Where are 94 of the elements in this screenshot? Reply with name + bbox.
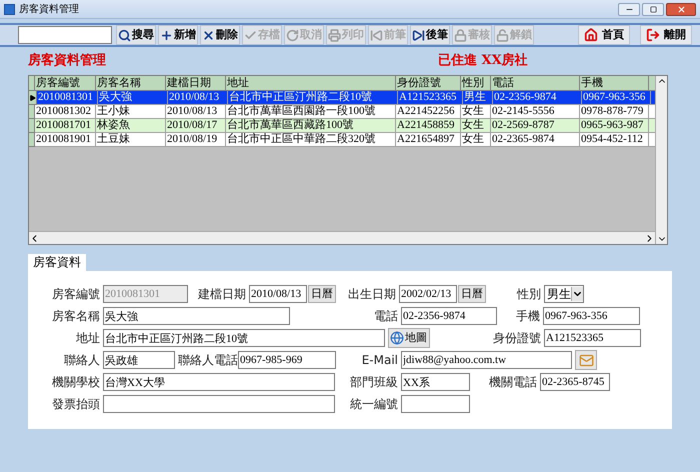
search-icon: [118, 28, 131, 42]
window-title: 房客資料管理: [19, 2, 79, 16]
text-field[interactable]: 0967-963-356: [543, 307, 640, 325]
refresh-icon: [286, 28, 299, 42]
date-field[interactable]: 2002/02/13: [399, 285, 457, 303]
field-label: 統一編號: [349, 396, 398, 413]
field-label: 手機: [515, 308, 540, 325]
toolbar-button[interactable]: 新增: [158, 25, 198, 45]
envelope-icon: [578, 352, 594, 368]
field-label: 出生日期: [347, 286, 396, 303]
home-icon: [584, 28, 598, 42]
field-label: 房客名稱: [51, 308, 100, 325]
table-cell: 02-2365-9874: [491, 133, 580, 147]
dropdown-icon: [571, 287, 583, 301]
page-heading: 房客資料管理: [28, 52, 107, 70]
text-field[interactable]: 02-2356-9874: [401, 307, 497, 325]
field-label: 機關電話: [488, 374, 537, 391]
unlock-icon: [496, 28, 509, 42]
table-row[interactable]: 2010081302 王小妹 2010/08/13 台北市萬華區西園路一段100號 A221452256 女生 02-2145-5556 0978-878-779: [29, 105, 655, 119]
field-label: 聯絡人: [63, 352, 100, 369]
nav-button[interactable]: 首頁: [578, 25, 630, 45]
toolbar-button[interactable]: 後筆: [410, 25, 450, 45]
text-field[interactable]: A121523365: [544, 329, 641, 347]
address-field[interactable]: 台北市中正區汀州路二段10號: [103, 329, 385, 347]
lock-icon: [454, 28, 467, 42]
current-row-icon: [29, 94, 36, 102]
status-text: 已住進 XX房社: [438, 52, 528, 70]
column-header[interactable]: 手機: [580, 76, 649, 91]
column-header[interactable]: 電話: [491, 76, 580, 91]
calendar-button[interactable]: 日曆: [308, 285, 336, 303]
nav-button[interactable]: 離開: [640, 25, 692, 45]
table-cell: 0954-452-112: [580, 133, 649, 147]
table-row[interactable]: 2010081901 土豆妹 2010/08/19 台北市中正區中華路二段320號 A221654897 女生 02-2365-9874 0954-452-112: [29, 133, 655, 147]
column-header[interactable]: [649, 76, 655, 91]
text-field[interactable]: 台灣XX大學: [103, 373, 335, 391]
send-mail-button[interactable]: [575, 350, 597, 370]
row-selector[interactable]: [29, 91, 37, 105]
text-field[interactable]: 02-2365-8745: [540, 373, 610, 391]
map-button[interactable]: 地圖: [388, 328, 430, 348]
horizontal-scrollbar[interactable]: [29, 231, 655, 244]
x-icon: [202, 28, 215, 42]
field-label: 電話: [373, 308, 398, 325]
field-label: E-Mail: [360, 352, 398, 369]
plus-icon: [160, 28, 173, 42]
field-label: 機關學校: [51, 374, 100, 391]
exit-icon: [646, 28, 660, 42]
text-field[interactable]: XX系: [401, 373, 470, 391]
table-cell: 女生: [461, 133, 491, 147]
globe-icon: [390, 331, 404, 345]
table-cell: 2010/08/19: [166, 133, 226, 147]
field-label: 聯絡人電話: [178, 352, 235, 369]
toolbar-button[interactable]: 刪除: [200, 25, 240, 45]
table-cell: 2010081901: [35, 133, 96, 147]
column-header[interactable]: 建檔日期: [166, 76, 226, 91]
calendar-button[interactable]: 日曆: [458, 285, 486, 303]
field-label: 建檔日期: [197, 286, 246, 303]
column-header[interactable]: 身份證號: [396, 76, 461, 91]
field-label: 身份證號: [492, 330, 541, 347]
column-header[interactable]: 房客名稱: [96, 76, 166, 91]
text-field[interactable]: 吳政雄: [103, 351, 175, 369]
table-cell: 台北市中正區中華路二段320號: [226, 133, 396, 147]
search-field[interactable]: [18, 26, 112, 44]
maximize-button[interactable]: [642, 2, 664, 16]
toolbar-button[interactable]: 搜尋: [116, 25, 156, 45]
column-header[interactable]: 性別: [461, 76, 491, 91]
text-field[interactable]: [103, 395, 335, 413]
vertical-scrollbar[interactable]: [655, 76, 667, 244]
maximize-icon: [650, 6, 656, 12]
gender-select[interactable]: 男生: [544, 285, 584, 303]
check-icon: [244, 28, 257, 42]
table-row[interactable]: 2010081701 林姿魚 2010/08/17 台北市萬華區西藏路100號 A221458859 女生 02-2569-8787 0965-963-987: [29, 119, 655, 133]
column-header[interactable]: 房客編號: [35, 76, 96, 91]
field-label: 部門班級: [349, 374, 398, 391]
app-icon: [4, 4, 15, 14]
text-field[interactable]: [401, 395, 470, 413]
text-field[interactable]: 0967-985-969: [238, 351, 336, 369]
field-label: 發票抬頭: [51, 396, 100, 413]
table-cell: 土豆妹: [96, 133, 166, 147]
skip-back-icon: [370, 28, 383, 42]
tab[interactable]: 房客資料: [28, 254, 86, 271]
skip-forward-icon: [412, 28, 425, 42]
close-icon: [676, 4, 686, 14]
column-header[interactable]: 地址: [226, 76, 396, 91]
field-label: 地址: [75, 330, 100, 347]
table-row[interactable]: 2010081301 吳大強 2010/08/13 台北市中正區汀州路二段10號 A121523365 男生 02-2356-9874 0967-963-356: [29, 91, 655, 105]
table-cell: A221654897: [396, 133, 461, 147]
close-button[interactable]: [666, 2, 696, 16]
date-field[interactable]: 2010/08/13: [249, 285, 307, 303]
email-field[interactable]: jdiw88@yahoo.com.tw: [401, 351, 572, 369]
text-field[interactable]: 吳大強: [103, 307, 290, 325]
field-label: 房客編號: [51, 286, 100, 303]
printer-icon: [328, 28, 341, 42]
field-label: 性別: [516, 286, 541, 303]
minimize-button[interactable]: [618, 2, 640, 16]
